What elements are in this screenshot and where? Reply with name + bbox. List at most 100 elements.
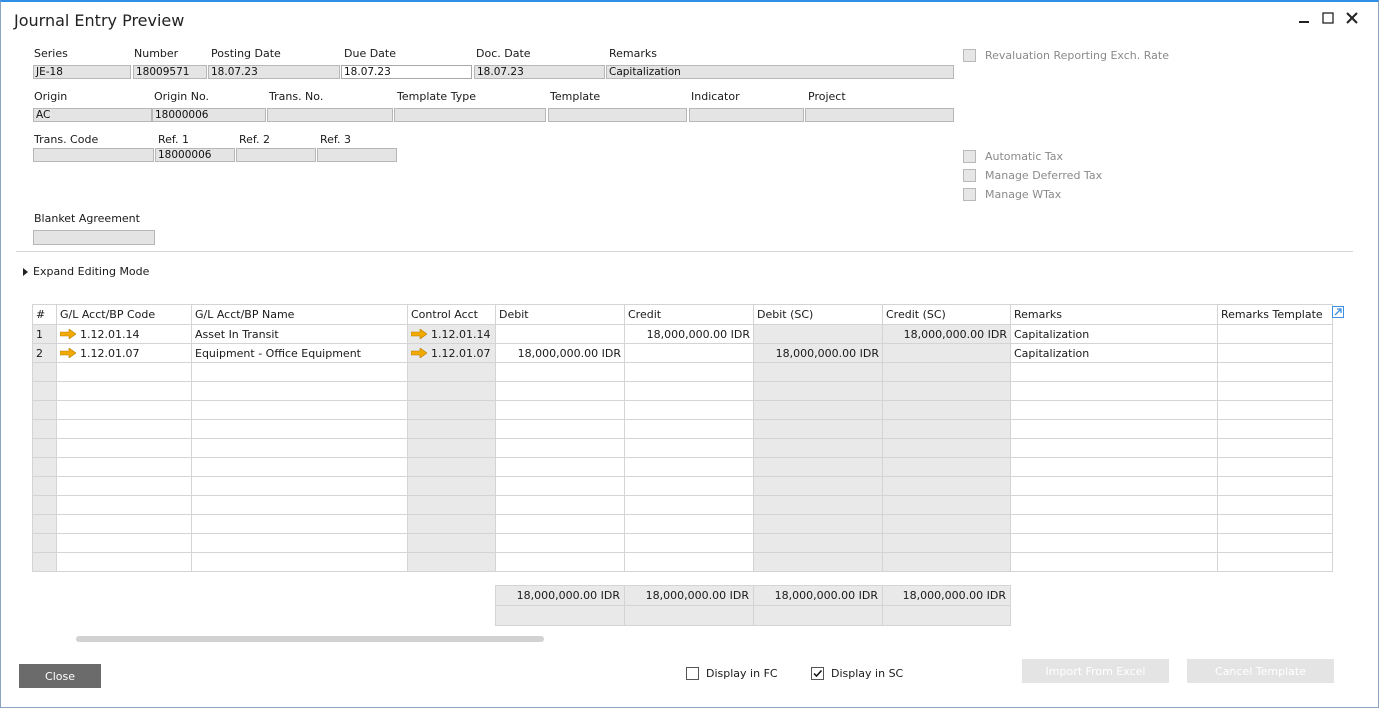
remarks-field[interactable]: Capitalization xyxy=(606,65,954,79)
empty-cell[interactable] xyxy=(1010,400,1218,420)
ref2-field[interactable] xyxy=(236,148,316,162)
empty-cell[interactable] xyxy=(407,362,496,382)
empty-cell[interactable] xyxy=(495,514,625,534)
empty-cell[interactable] xyxy=(32,400,57,420)
table-row[interactable]: 1 1.12.01.14 Asset In Transit 1.12.01.14… xyxy=(32,324,1333,344)
remarks-template-cell[interactable] xyxy=(1217,343,1333,363)
due-date-field[interactable]: 18.07.23 xyxy=(341,65,472,79)
link-arrow-icon[interactable] xyxy=(411,347,427,358)
empty-cell[interactable] xyxy=(882,419,1011,439)
empty-cell[interactable] xyxy=(753,381,883,401)
gl-name-cell[interactable]: Equipment - Office Equipment xyxy=(191,343,408,363)
debit-sc-cell[interactable] xyxy=(753,324,883,344)
col-header-remarks-template[interactable]: Remarks Template xyxy=(1217,304,1333,325)
empty-cell[interactable] xyxy=(191,457,408,477)
empty-cell[interactable] xyxy=(753,457,883,477)
empty-cell[interactable] xyxy=(882,438,1011,458)
col-header-name[interactable]: G/L Acct/BP Name xyxy=(191,304,408,325)
table-row-empty[interactable] xyxy=(32,533,1333,553)
col-header-remarks[interactable]: Remarks xyxy=(1010,304,1218,325)
col-header-num[interactable]: # xyxy=(32,304,57,325)
empty-cell[interactable] xyxy=(1010,476,1218,496)
empty-cell[interactable] xyxy=(32,552,57,572)
debit-cell[interactable] xyxy=(495,324,625,344)
display-sc-checkbox[interactable] xyxy=(811,667,824,680)
empty-cell[interactable] xyxy=(1217,362,1333,382)
empty-cell[interactable] xyxy=(407,495,496,515)
empty-cell[interactable] xyxy=(56,438,192,458)
col-header-code[interactable]: G/L Acct/BP Code xyxy=(56,304,192,325)
empty-cell[interactable] xyxy=(882,552,1011,572)
empty-cell[interactable] xyxy=(407,381,496,401)
empty-cell[interactable] xyxy=(1217,476,1333,496)
empty-cell[interactable] xyxy=(407,476,496,496)
empty-cell[interactable] xyxy=(407,457,496,477)
empty-cell[interactable] xyxy=(753,495,883,515)
empty-cell[interactable] xyxy=(495,495,625,515)
table-row-empty[interactable] xyxy=(32,419,1333,439)
table-row-empty[interactable] xyxy=(32,476,1333,496)
empty-cell[interactable] xyxy=(882,514,1011,534)
table-row-empty[interactable] xyxy=(32,362,1333,382)
empty-cell[interactable] xyxy=(753,419,883,439)
empty-cell[interactable] xyxy=(882,381,1011,401)
empty-cell[interactable] xyxy=(1217,514,1333,534)
link-arrow-icon[interactable] xyxy=(411,328,427,339)
empty-cell[interactable] xyxy=(1217,457,1333,477)
empty-cell[interactable] xyxy=(753,362,883,382)
empty-cell[interactable] xyxy=(32,476,57,496)
empty-cell[interactable] xyxy=(495,476,625,496)
blanket-agreement-field[interactable] xyxy=(33,230,155,245)
template-type-field[interactable] xyxy=(394,108,546,122)
empty-cell[interactable] xyxy=(882,362,1011,382)
empty-cell[interactable] xyxy=(1217,400,1333,420)
horizontal-scrollbar[interactable] xyxy=(76,636,544,642)
debit-sc-cell[interactable]: 18,000,000.00 IDR xyxy=(753,343,883,363)
col-header-credit-sc[interactable]: Credit (SC) xyxy=(882,304,1011,325)
empty-cell[interactable] xyxy=(1010,514,1218,534)
table-row[interactable]: 2 1.12.01.07 Equipment - Office Equipmen… xyxy=(32,343,1333,363)
posting-date-field[interactable]: 18.07.23 xyxy=(208,65,340,79)
empty-cell[interactable] xyxy=(191,381,408,401)
empty-cell[interactable] xyxy=(191,552,408,572)
credit-sc-cell[interactable]: 18,000,000.00 IDR xyxy=(882,324,1011,344)
empty-cell[interactable] xyxy=(407,400,496,420)
control-acct-cell[interactable]: 1.12.01.14 xyxy=(407,324,496,344)
empty-cell[interactable] xyxy=(56,476,192,496)
empty-cell[interactable] xyxy=(753,476,883,496)
empty-cell[interactable] xyxy=(495,362,625,382)
empty-cell[interactable] xyxy=(1217,495,1333,515)
empty-cell[interactable] xyxy=(753,400,883,420)
empty-cell[interactable] xyxy=(191,400,408,420)
indicator-field[interactable] xyxy=(689,108,804,122)
empty-cell[interactable] xyxy=(495,419,625,439)
doc-date-field[interactable]: 18.07.23 xyxy=(474,65,605,79)
empty-cell[interactable] xyxy=(56,400,192,420)
cancel-template-button[interactable]: Cancel Template xyxy=(1187,659,1334,683)
gl-code-cell[interactable]: 1.12.01.07 xyxy=(56,343,192,363)
empty-cell[interactable] xyxy=(191,362,408,382)
table-row-empty[interactable] xyxy=(32,514,1333,534)
empty-cell[interactable] xyxy=(56,552,192,572)
empty-cell[interactable] xyxy=(624,419,754,439)
empty-cell[interactable] xyxy=(1010,362,1218,382)
empty-cell[interactable] xyxy=(495,457,625,477)
empty-cell[interactable] xyxy=(1010,438,1218,458)
revaluation-checkbox[interactable] xyxy=(963,49,976,62)
empty-cell[interactable] xyxy=(495,552,625,572)
automatic-tax-checkbox[interactable] xyxy=(963,150,976,163)
empty-cell[interactable] xyxy=(624,495,754,515)
empty-cell[interactable] xyxy=(1010,552,1218,572)
empty-cell[interactable] xyxy=(882,533,1011,553)
remarks-cell[interactable]: Capitalization xyxy=(1010,343,1218,363)
empty-cell[interactable] xyxy=(407,419,496,439)
col-header-credit[interactable]: Credit xyxy=(624,304,754,325)
debit-cell[interactable]: 18,000,000.00 IDR xyxy=(495,343,625,363)
origin-no-field[interactable]: 18000006 xyxy=(152,108,266,122)
ref3-field[interactable] xyxy=(317,148,397,162)
empty-cell[interactable] xyxy=(1217,381,1333,401)
empty-cell[interactable] xyxy=(1010,419,1218,439)
empty-cell[interactable] xyxy=(32,438,57,458)
empty-cell[interactable] xyxy=(1217,419,1333,439)
minimize-icon[interactable] xyxy=(1293,7,1315,29)
